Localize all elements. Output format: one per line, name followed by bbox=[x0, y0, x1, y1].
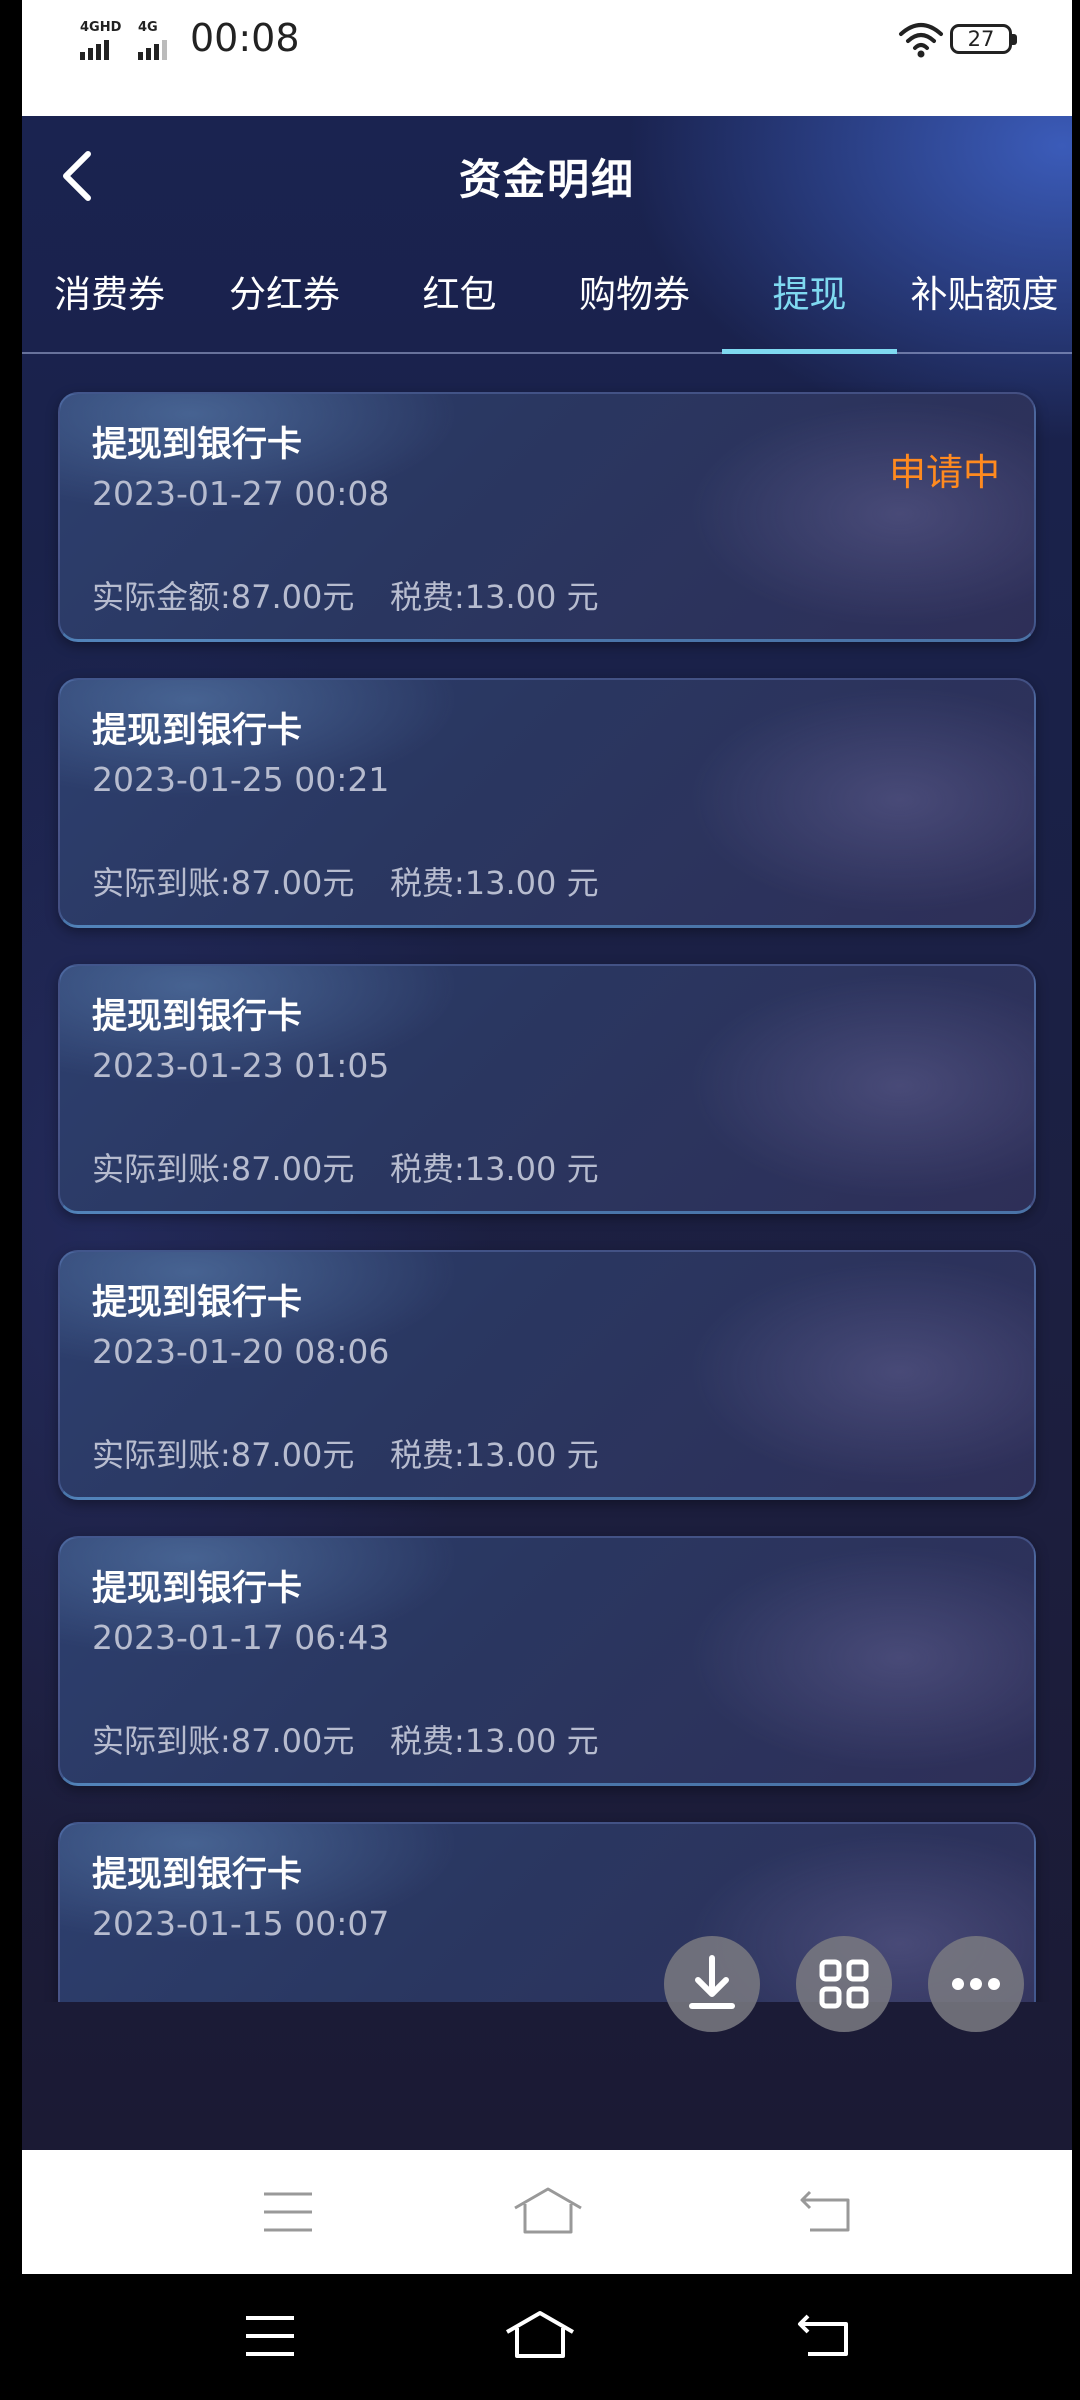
record-title: 提现到银行卡 bbox=[92, 1283, 303, 1323]
app-content: 资金明细 消费券 分红券 红包 购物券 提现 补贴额度 提现到银行卡 2023-… bbox=[22, 116, 1072, 2150]
header: 资金明细 bbox=[22, 116, 1072, 240]
download-icon bbox=[689, 1955, 735, 2009]
browser-nav-bar bbox=[22, 2150, 1072, 2274]
record-card[interactable]: 提现到银行卡 2023-01-25 00:21 实际到账:87.00元 税费:1… bbox=[58, 678, 1036, 928]
record-time: 2023-01-23 01:05 bbox=[92, 1046, 390, 1085]
tab-bar: 消费券 分红券 红包 购物券 提现 补贴额度 bbox=[22, 240, 1072, 354]
tab-subsidy-quota[interactable]: 补贴额度 bbox=[897, 240, 1072, 352]
battery-icon: 27 bbox=[950, 24, 1017, 54]
record-time: 2023-01-27 00:08 bbox=[92, 474, 390, 513]
menu-icon[interactable] bbox=[262, 2190, 314, 2234]
record-time: 2023-01-25 00:21 bbox=[92, 760, 390, 799]
system-home-icon[interactable] bbox=[504, 2310, 576, 2360]
tab-red-packet[interactable]: 红包 bbox=[372, 240, 547, 352]
tab-label: 补贴额度 bbox=[910, 273, 1059, 316]
signal-icon-sim1: 4GHD bbox=[80, 20, 130, 60]
record-card[interactable]: 提现到银行卡 2023-01-27 00:08 实际金额:87.00元 税费:1… bbox=[58, 392, 1036, 642]
sim1-label: 4GHD bbox=[80, 20, 122, 35]
signal-icon-sim2: 4G bbox=[138, 20, 188, 60]
record-title: 提现到银行卡 bbox=[92, 711, 303, 751]
record-amount: 实际金额:87.00元 bbox=[92, 578, 355, 616]
record-amount: 实际到账:87.00元 bbox=[92, 1722, 355, 1760]
back-icon[interactable] bbox=[798, 2188, 852, 2234]
tab-label: 消费券 bbox=[54, 273, 165, 316]
sim2-label: 4G bbox=[138, 20, 158, 35]
record-tax: 税费:13.00 元 bbox=[390, 1436, 599, 1474]
record-amount: 实际到账:87.00元 bbox=[92, 864, 355, 902]
record-time: 2023-01-20 08:06 bbox=[92, 1332, 390, 1371]
record-title: 提现到银行卡 bbox=[92, 1855, 303, 1895]
phone-screen: 4GHD 4G 00:08 27 资金明细 消费券 分红券 红包 购物券 提现 … bbox=[0, 0, 1080, 2400]
record-tax: 税费:13.00 元 bbox=[390, 1722, 599, 1760]
record-list[interactable]: 提现到银行卡 2023-01-27 00:08 实际金额:87.00元 税费:1… bbox=[22, 352, 1072, 2002]
more-button[interactable] bbox=[928, 1936, 1024, 2032]
tab-label: 购物券 bbox=[579, 273, 690, 316]
record-tax: 税费:13.00 元 bbox=[390, 578, 599, 616]
tab-consumption-voucher[interactable]: 消费券 bbox=[22, 240, 197, 352]
apps-button[interactable] bbox=[796, 1936, 892, 2032]
system-back-icon[interactable] bbox=[796, 2312, 850, 2358]
tab-label: 红包 bbox=[422, 273, 497, 316]
record-time: 2023-01-15 00:07 bbox=[92, 1904, 390, 1943]
status-badge: 申请中 bbox=[889, 451, 1000, 494]
wifi-icon bbox=[899, 23, 943, 58]
tab-label: 分红券 bbox=[229, 273, 340, 316]
tab-label: 提现 bbox=[772, 273, 847, 316]
record-card[interactable]: 提现到银行卡 2023-01-17 06:43 实际到账:87.00元 税费:1… bbox=[58, 1536, 1036, 1786]
record-card[interactable]: 提现到银行卡 2023-01-23 01:05 实际到账:87.00元 税费:1… bbox=[58, 964, 1036, 1214]
tab-withdraw[interactable]: 提现 bbox=[722, 240, 897, 354]
record-card[interactable]: 提现到银行卡 2023-01-20 08:06 实际到账:87.00元 税费:1… bbox=[58, 1250, 1036, 1500]
record-tax: 税费:13.00 元 bbox=[390, 1150, 599, 1188]
system-menu-icon[interactable] bbox=[244, 2314, 296, 2358]
record-title: 提现到银行卡 bbox=[92, 997, 303, 1037]
record-title: 提现到银行卡 bbox=[92, 425, 303, 465]
more-icon bbox=[952, 1978, 1000, 1990]
status-bar: 4GHD 4G 00:08 27 bbox=[22, 0, 1072, 116]
record-tax: 税费:13.00 元 bbox=[390, 864, 599, 902]
record-title: 提现到银行卡 bbox=[92, 1569, 303, 1609]
grid-icon bbox=[819, 1959, 869, 2009]
record-amount: 实际到账:87.00元 bbox=[92, 1436, 355, 1474]
download-button[interactable] bbox=[664, 1936, 760, 2032]
record-time: 2023-01-17 06:43 bbox=[92, 1618, 390, 1657]
clock: 00:08 bbox=[190, 16, 300, 60]
home-icon[interactable] bbox=[512, 2186, 584, 2236]
tab-shopping-voucher[interactable]: 购物券 bbox=[547, 240, 722, 352]
record-amount: 实际到账:87.00元 bbox=[92, 1150, 355, 1188]
page-title: 资金明细 bbox=[458, 155, 635, 204]
system-nav-bar bbox=[0, 2274, 1080, 2400]
tab-dividend-voucher[interactable]: 分红券 bbox=[197, 240, 372, 352]
